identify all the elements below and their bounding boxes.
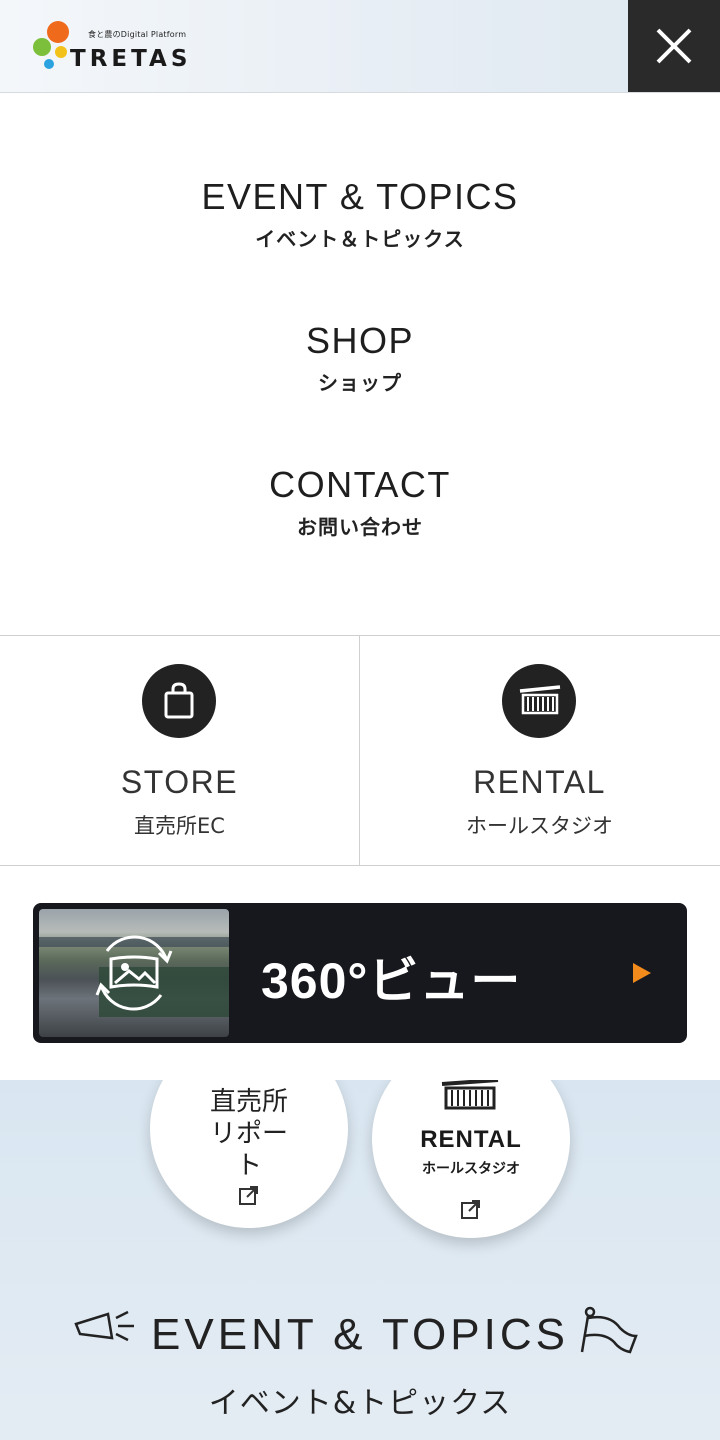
play-arrow-icon xyxy=(633,963,651,983)
view-360-label: 360°ビュー xyxy=(261,953,522,1009)
rental-bubble-subtitle: ホールスタジオ xyxy=(422,1161,520,1177)
rental-title: RENTAL xyxy=(473,764,606,800)
service-grid: STORE 直売所EC RENTAL ホールスタジオ xyxy=(0,635,720,866)
360-view-icon xyxy=(95,935,173,1011)
store-icon-badge xyxy=(142,664,216,738)
nav-contact-ja: お問い合わせ xyxy=(297,515,423,539)
logo-wordmark: TRETAS xyxy=(70,46,192,72)
nav-event-topics-ja: イベント＆トピックス xyxy=(255,227,465,251)
close-icon xyxy=(656,28,692,64)
rental-bubble-title: RENTAL xyxy=(420,1126,522,1153)
nav-shop-en: SHOP xyxy=(305,320,415,361)
nav-contact[interactable]: CONTACT お問い合わせ xyxy=(0,463,720,540)
logo-dots-icon xyxy=(33,21,69,69)
section-title-en: EVENT & TOPICS xyxy=(151,1310,569,1359)
nav-shop[interactable]: SHOP ショップ xyxy=(0,319,720,396)
store-subtitle: 直売所EC xyxy=(134,814,225,838)
shopping-bag-icon xyxy=(164,682,194,719)
report-bubble-label: 直売所リポート xyxy=(209,1087,288,1181)
store-title: STORE xyxy=(120,764,239,800)
rental-tile[interactable]: RENTAL ホールスタジオ xyxy=(360,636,719,865)
nav-contact-en: CONTACT xyxy=(269,464,451,505)
store-tile[interactable]: STORE 直売所EC xyxy=(0,636,360,865)
nav-event-topics[interactable]: EVENT & TOPICS イベント＆トピックス xyxy=(0,175,720,252)
external-link-icon xyxy=(461,1200,480,1219)
header: 食と農のDigital Platform TRETAS xyxy=(0,0,720,93)
close-menu-button[interactable] xyxy=(628,0,720,92)
external-link-icon xyxy=(239,1186,258,1205)
menu-panel: EVENT & TOPICS イベント＆トピックス SHOP ショップ CONT… xyxy=(0,93,720,1080)
nav-event-topics-en: EVENT & TOPICS xyxy=(201,176,519,217)
hall-icon xyxy=(519,685,561,715)
view-360-banner[interactable]: 360°ビュー xyxy=(33,903,687,1043)
section-subtitle-ja: イベント&トピックス xyxy=(208,1386,512,1421)
rental-icon-badge xyxy=(502,664,576,738)
flag-icon xyxy=(580,1306,638,1354)
logo[interactable]: 食と農のDigital Platform TRETAS xyxy=(32,20,202,76)
rental-subtitle: ホールスタジオ xyxy=(466,814,613,838)
hall-icon xyxy=(441,1078,499,1110)
nav-shop-ja: ショップ xyxy=(318,371,402,395)
logo-tagline: 食と農のDigital Platform xyxy=(88,30,187,39)
facility-aerial-photo xyxy=(39,909,229,1037)
